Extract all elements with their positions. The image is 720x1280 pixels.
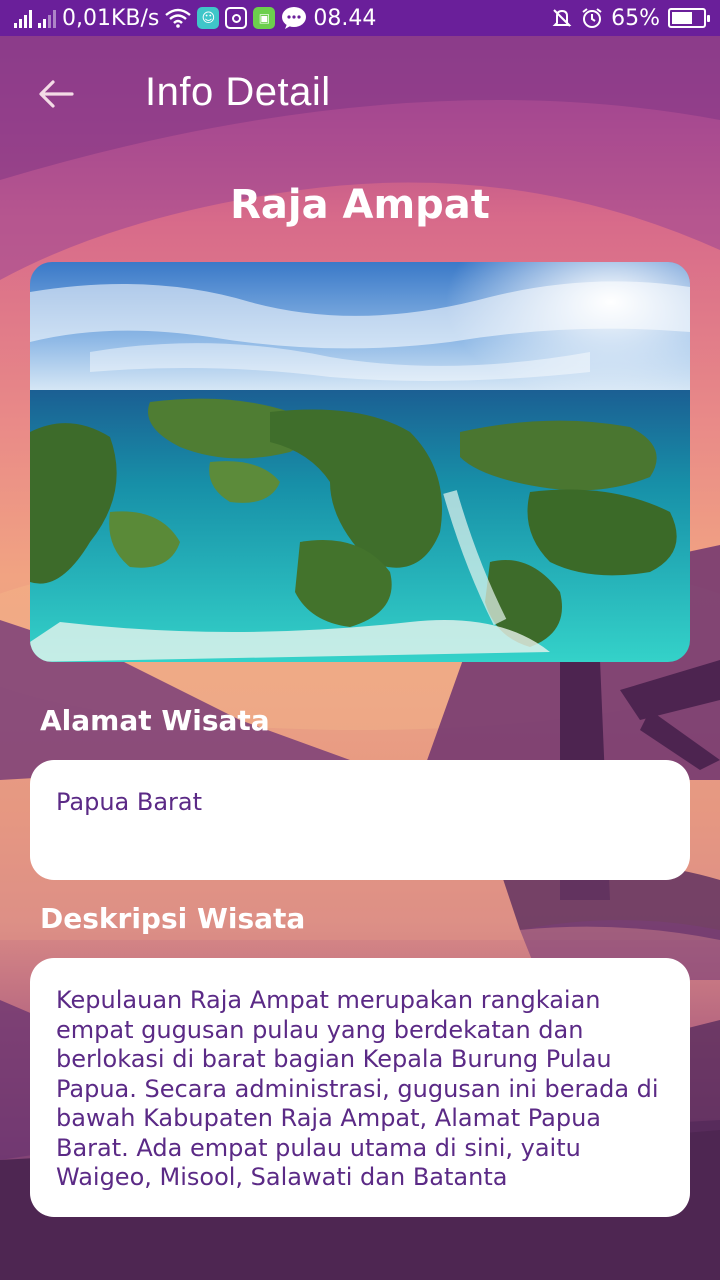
app-bar: Info Detail bbox=[0, 36, 720, 152]
place-name: Raja Ampat bbox=[230, 182, 490, 228]
instagram-icon bbox=[225, 7, 248, 29]
back-button[interactable] bbox=[28, 66, 84, 122]
messages-icon bbox=[282, 7, 307, 29]
address-label: Alamat Wisata bbox=[40, 704, 270, 737]
description-label: Deskripsi Wisata bbox=[40, 902, 306, 935]
battery-percent: 65% bbox=[611, 5, 660, 31]
mute-icon bbox=[552, 9, 572, 27]
signal-icon bbox=[14, 8, 32, 28]
page-title: Info Detail bbox=[145, 70, 331, 114]
address-card: Papua Barat bbox=[30, 760, 690, 880]
network-speed: 0,01KB/s bbox=[62, 5, 160, 31]
battery-icon bbox=[668, 8, 710, 28]
description-card: Kepulauan Raja Ampat merupakan rangkaian… bbox=[30, 958, 690, 1217]
description-value: Kepulauan Raja Ampat merupakan rangkaian… bbox=[56, 986, 659, 1191]
battery-fill bbox=[672, 12, 692, 24]
android-icon: ▣ bbox=[253, 7, 276, 29]
address-value: Papua Barat bbox=[56, 788, 203, 816]
signal-icon bbox=[38, 8, 56, 28]
status-bar: 0,01KB/s ☺ ▣ 08.44 65% bbox=[0, 0, 720, 36]
wifi-icon bbox=[165, 8, 192, 28]
clock: 08.44 bbox=[313, 5, 377, 31]
app-notification-icon: ☺ bbox=[197, 7, 220, 29]
arrow-left-icon bbox=[39, 80, 74, 108]
alarm-icon bbox=[582, 8, 602, 28]
raja-ampat-image bbox=[30, 262, 690, 662]
place-photo bbox=[30, 262, 690, 662]
